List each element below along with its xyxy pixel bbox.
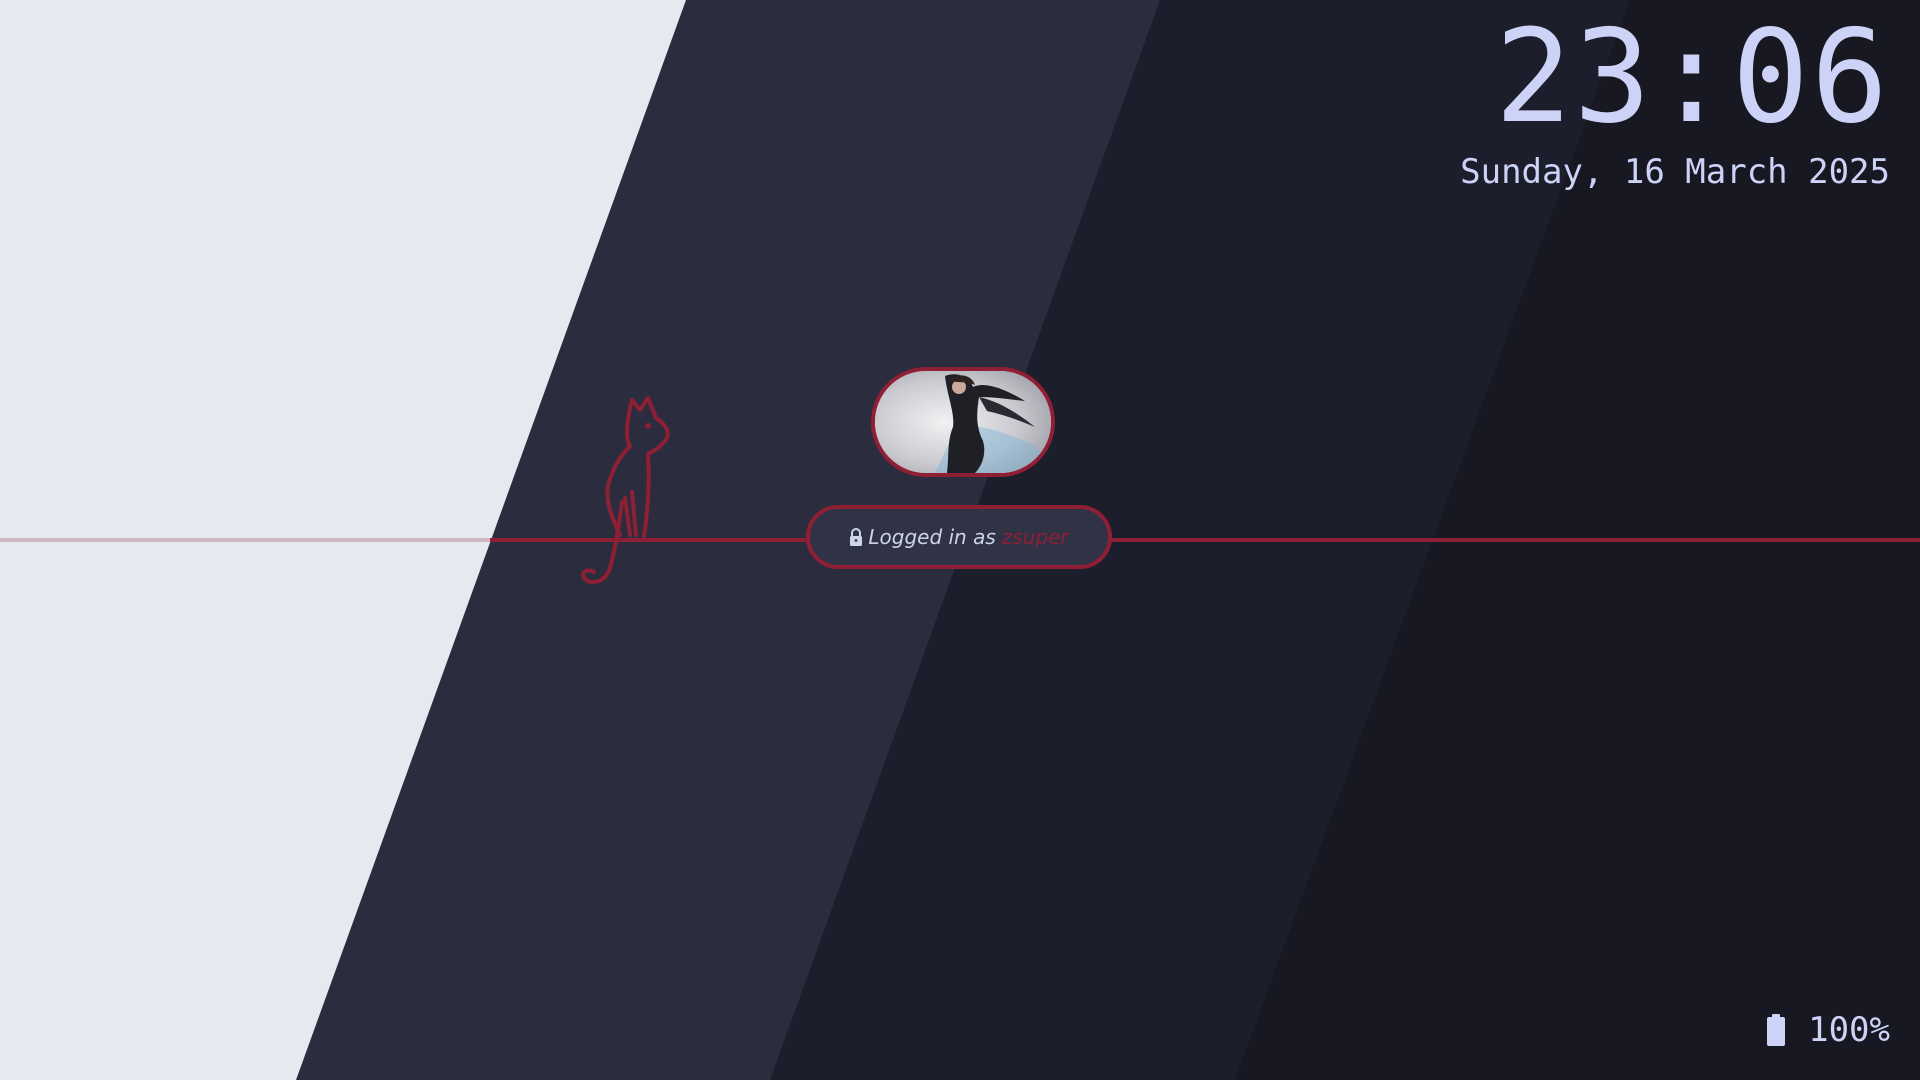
battery-status: 100%: [1766, 1010, 1890, 1050]
login-status: Logged in as zsuper: [806, 505, 1112, 569]
lock-icon: [849, 528, 863, 546]
user-avatar: [871, 367, 1055, 477]
battery-full-icon: [1766, 1014, 1786, 1046]
login-username: zsuper: [1001, 525, 1069, 549]
clock-date: Sunday, 16 March 2025: [1460, 152, 1890, 192]
battery-level: 100%: [1808, 1010, 1890, 1050]
lock-screen: 23:06 Sunday, 16 March 2025 Logged in as…: [0, 0, 1920, 1080]
cat-outline-icon: [581, 396, 670, 585]
clock-time: 23:06: [1494, 3, 1890, 152]
login-prefix: Logged in as: [868, 525, 996, 549]
